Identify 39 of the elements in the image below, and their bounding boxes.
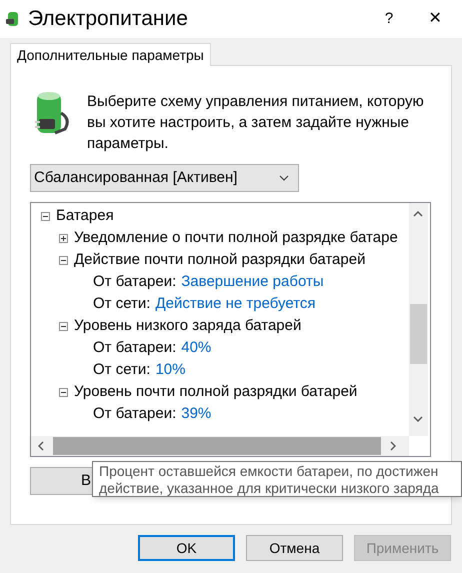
tree-item[interactable]: Батарея (56, 204, 114, 228)
collapse-icon[interactable] (41, 212, 50, 220)
chevron-right-icon[interactable] (390, 441, 396, 451)
setting-value-link[interactable]: 10% (155, 358, 186, 382)
collapse-icon[interactable] (59, 388, 68, 396)
chevron-up-icon[interactable] (413, 211, 423, 217)
horizontal-scrollbar[interactable] (31, 436, 409, 456)
tab[interactable]: Дополнительные параметры (10, 43, 211, 66)
tooltip-text: Процент оставшейся емкости батареи, по достижен (99, 463, 440, 480)
setting-label: От батареи: (93, 338, 176, 358)
vertical-scrollbar[interactable] (409, 203, 428, 436)
help-button[interactable]: ? (366, 0, 412, 38)
chevron-left-icon[interactable] (38, 441, 44, 451)
intro-text: Выберите схему управления питанием, которую вы хотите настроить, а затем задайте нужные параметры. (87, 92, 425, 154)
setting-label: От сети: (93, 294, 150, 314)
scroll-thumb[interactable] (410, 304, 427, 364)
setting-value-link[interactable]: Действие не требуется (155, 292, 316, 316)
tree-item[interactable]: Уровень низкого заряда батарей (74, 314, 302, 338)
tree-item[interactable]: Уведомление о почти полной разрядке батаре (74, 226, 398, 250)
setting-label: От батареи: (93, 404, 176, 424)
scroll-thumb[interactable] (53, 437, 381, 455)
setting-value-link[interactable]: 39% (181, 402, 212, 426)
dialog-button[interactable]: Отмена (246, 535, 343, 561)
chevron-down-icon[interactable] (413, 416, 423, 422)
window-title: Электропитание (28, 6, 188, 32)
tree-item[interactable]: Уровень почти полной разрядки батарей (74, 380, 358, 404)
expand-icon[interactable] (59, 234, 68, 242)
setting-value-link[interactable]: Завершение работы (181, 270, 324, 294)
close-button[interactable]: ✕ (412, 0, 458, 38)
plan-dropdown[interactable]: Сбалансированная [Активен] (30, 164, 299, 192)
setting-label: От батареи: (93, 272, 176, 292)
tooltip-text: действие, указанное для критически низкого заряда (99, 480, 440, 496)
chevron-down-icon (279, 175, 289, 181)
setting-value-link[interactable]: 40% (181, 336, 212, 360)
dialog-button[interactable]: OK (138, 535, 235, 561)
collapse-icon[interactable] (59, 256, 68, 264)
setting-label: От сети: (93, 360, 150, 380)
tree-item[interactable]: Действие почти полной разрядки батарей (74, 248, 366, 272)
collapse-icon[interactable] (59, 322, 68, 330)
